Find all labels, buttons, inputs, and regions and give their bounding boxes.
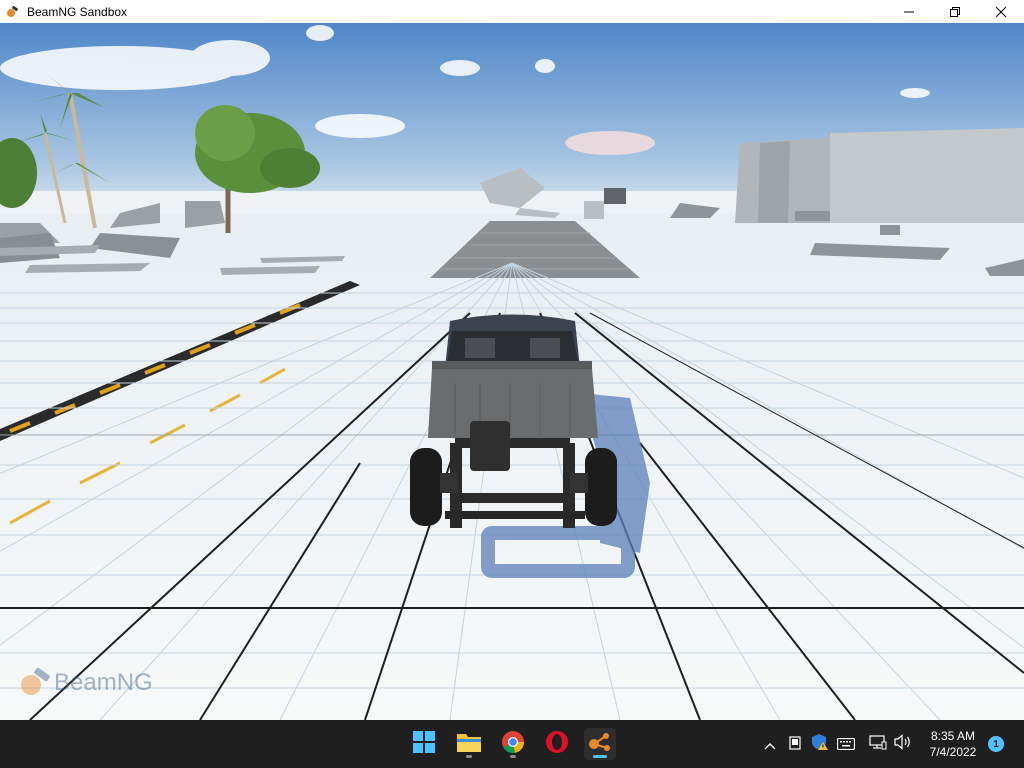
taskbar-opera[interactable] bbox=[541, 728, 573, 760]
taskbar-file-explorer[interactable] bbox=[453, 728, 485, 760]
running-indicator bbox=[466, 755, 472, 758]
beamng-app-icon bbox=[5, 4, 21, 20]
keyboard-button[interactable] bbox=[836, 734, 856, 754]
network-button[interactable] bbox=[868, 734, 888, 754]
game-viewport[interactable]: BeamNG bbox=[0, 23, 1024, 720]
restore-icon bbox=[950, 2, 960, 21]
clock-date: 7/4/2022 bbox=[929, 745, 977, 759]
notification-badge[interactable]: 1 bbox=[988, 736, 1004, 752]
ground-plane bbox=[0, 213, 1024, 720]
file-explorer-icon bbox=[456, 731, 482, 757]
right-structure bbox=[735, 128, 1024, 223]
keyboard-icon bbox=[837, 735, 855, 754]
security-warning-icon bbox=[811, 733, 829, 755]
beamng-icon bbox=[588, 731, 612, 757]
windows-start-icon bbox=[413, 731, 435, 757]
opera-icon bbox=[545, 730, 569, 758]
game-scene bbox=[0, 23, 1024, 720]
show-hidden-icons-button[interactable] bbox=[760, 734, 780, 754]
tray-app-button[interactable] bbox=[785, 734, 805, 754]
volume-icon bbox=[894, 734, 912, 754]
running-indicator bbox=[510, 755, 516, 758]
app-tray-icon bbox=[788, 735, 802, 754]
app-window: BeamNG Sandbox BeamNG bbox=[0, 0, 1024, 720]
active-indicator bbox=[593, 755, 607, 758]
start-button[interactable] bbox=[408, 728, 440, 760]
clock-time: 8:35 AM bbox=[930, 729, 976, 743]
window-title: BeamNG Sandbox bbox=[27, 4, 128, 19]
security-button[interactable] bbox=[810, 734, 830, 754]
beamng-watermark: BeamNG bbox=[18, 668, 153, 698]
minimize-button[interactable] bbox=[886, 0, 932, 23]
window-controls bbox=[886, 0, 1024, 23]
close-button[interactable] bbox=[978, 0, 1024, 23]
chrome-icon bbox=[501, 730, 525, 758]
minimize-icon bbox=[904, 2, 914, 21]
network-icon bbox=[869, 734, 887, 754]
taskbar-beamng[interactable] bbox=[584, 728, 616, 760]
close-icon bbox=[995, 2, 1007, 21]
system-clock[interactable]: 8:35 AM 7/4/2022 bbox=[918, 728, 988, 760]
restore-button[interactable] bbox=[932, 0, 978, 23]
taskbar: 8:35 AM 7/4/2022 bbox=[0, 720, 1024, 768]
watermark-text: BeamNG bbox=[54, 669, 153, 696]
taskbar-chrome[interactable] bbox=[497, 728, 529, 760]
chevron-up-icon bbox=[764, 735, 776, 754]
title-bar[interactable]: BeamNG Sandbox bbox=[0, 0, 1024, 23]
volume-button[interactable] bbox=[893, 734, 913, 754]
beamng-logo-icon bbox=[18, 668, 52, 698]
